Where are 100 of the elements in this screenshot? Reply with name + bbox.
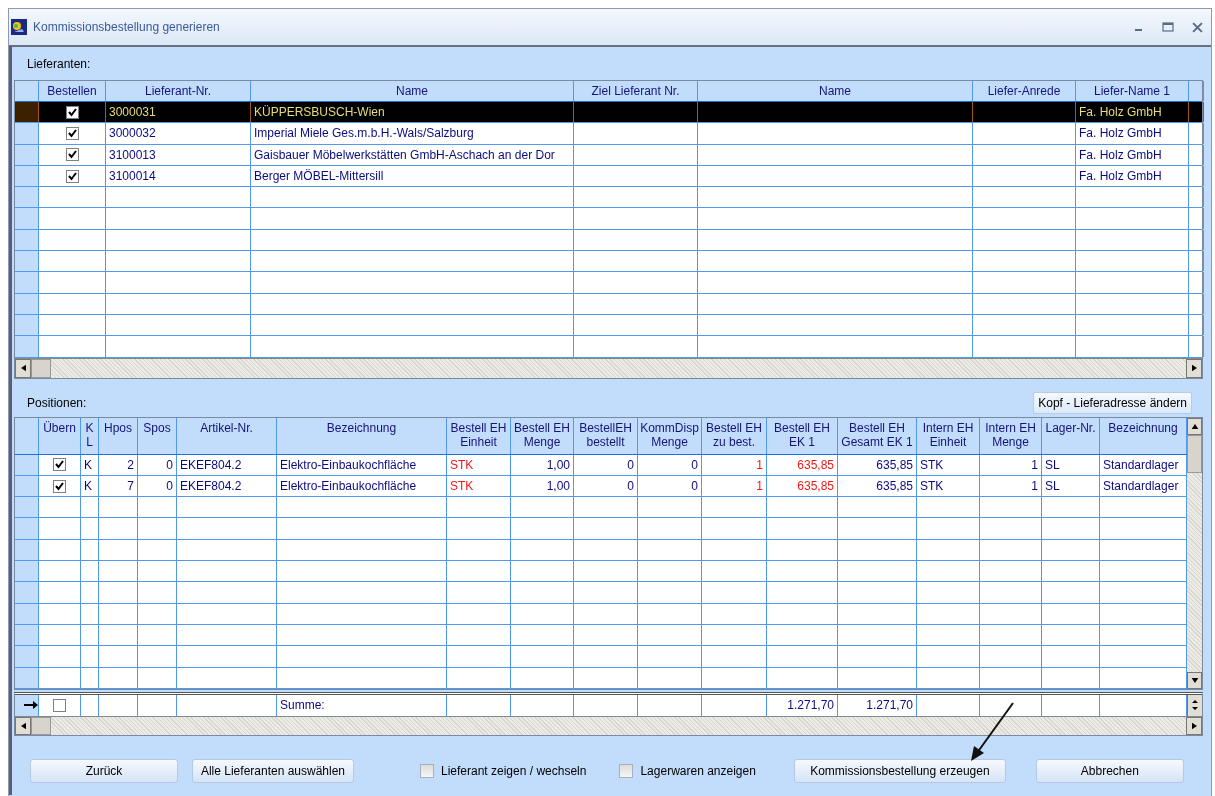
scroll-right-icon[interactable] bbox=[1186, 358, 1202, 378]
empty-row[interactable] bbox=[15, 539, 1187, 562]
empty-row[interactable] bbox=[15, 272, 1202, 294]
table-cell: EKEF804.2 bbox=[180, 457, 242, 472]
column-header[interactable]: Artikel-Nr. bbox=[177, 417, 277, 454]
scroll-left-icon[interactable] bbox=[15, 358, 31, 378]
checkbox[interactable] bbox=[65, 148, 79, 162]
checkbox[interactable] bbox=[420, 763, 434, 778]
window-title: Kommissionsbestellung generieren bbox=[33, 20, 220, 34]
table-cell: Elektro-Einbaukochfläche bbox=[280, 479, 417, 493]
column-header[interactable]: K L bbox=[81, 417, 99, 454]
table-cell: 1 bbox=[1031, 457, 1038, 472]
table-cell: 3100013 bbox=[109, 147, 156, 162]
horizontal-scrollbar[interactable] bbox=[15, 357, 1202, 378]
table-row[interactable]: 3100014 Berger MÖBEL-Mittersill Fa. Holz GmbH bbox=[15, 165, 1202, 188]
table-row[interactable]: 3000031 KÜPPERSBUSCH-Wien Fa. Holz GmbH bbox=[15, 102, 1202, 124]
table-row[interactable]: K 2 0 EKEF804.2 Elektro-Einbaukochfläche STK 1,00 0 0 1 635,85 635,85 STK 1 SL Standardlager bbox=[15, 454, 1187, 476]
scroll-thumb[interactable] bbox=[1187, 434, 1202, 473]
column-header[interactable]: BestellEH bestellt bbox=[574, 417, 638, 454]
checkbox[interactable] bbox=[65, 169, 79, 183]
empty-row[interactable] bbox=[15, 603, 1187, 625]
column-header[interactable]: Bestell EH Gesamt EK 1 bbox=[838, 417, 917, 454]
table-cell: STK bbox=[920, 457, 944, 472]
table-cell: 3000031 bbox=[109, 105, 156, 120]
checkbox-label[interactable]: Lieferant zeigen / wechseln bbox=[441, 763, 587, 778]
table-cell: K bbox=[84, 479, 92, 493]
action-button[interactable]: Alle Lieferanten auswählen bbox=[192, 758, 354, 783]
empty-row[interactable] bbox=[15, 251, 1202, 273]
scroll-thumb[interactable] bbox=[31, 358, 51, 378]
column-header[interactable]: Bestell EH EK 1 bbox=[767, 417, 838, 454]
column-header[interactable]: Intern EH Menge bbox=[980, 417, 1042, 454]
row-header bbox=[15, 251, 39, 272]
empty-row[interactable] bbox=[15, 314, 1202, 337]
table-row[interactable]: 3000032 Imperial Miele Ges.m.b.H.-Wals/Salzburg Fa. Holz GmbH bbox=[15, 123, 1202, 145]
checkbox-label[interactable]: Lagerwaren anzeigen bbox=[640, 763, 756, 778]
column-header[interactable]: Spos bbox=[138, 417, 177, 454]
table-cell: 1,00 bbox=[546, 479, 570, 493]
scroll-up-icon[interactable] bbox=[1187, 417, 1202, 435]
table-cell: 2 bbox=[127, 457, 134, 472]
row-header bbox=[15, 539, 39, 561]
empty-row[interactable] bbox=[15, 624, 1187, 647]
column-header[interactable]: Bestell EH Einheit bbox=[447, 417, 511, 454]
app-icon bbox=[11, 19, 27, 35]
table-cell: Fa. Holz GmbH bbox=[1079, 105, 1162, 120]
checkbox[interactable] bbox=[53, 479, 66, 493]
table-cell: 635,85 bbox=[876, 457, 913, 472]
empty-row[interactable] bbox=[15, 293, 1202, 315]
column-header[interactable]: Hpos bbox=[99, 417, 138, 454]
section-label: Lieferanten: bbox=[27, 56, 91, 71]
table-row[interactable]: 3100013 Gaisbauer Möbelwerkstätten GmbH-Aschach an der Dor Fa. Holz GmbH bbox=[15, 144, 1202, 166]
table-cell: 1 bbox=[756, 479, 763, 493]
section-label: Positionen: bbox=[27, 395, 87, 410]
checkbox[interactable] bbox=[619, 763, 634, 778]
table-cell: Imperial Miele Ges.m.b.H.-Wals/Salzburg bbox=[254, 126, 474, 141]
column-header[interactable]: Bestell EH Menge bbox=[511, 417, 574, 454]
row-header bbox=[15, 293, 39, 314]
table-cell: Fa. Holz GmbH bbox=[1079, 147, 1162, 162]
empty-row[interactable] bbox=[15, 561, 1187, 583]
column-header[interactable]: Übern bbox=[39, 417, 81, 454]
row-header bbox=[15, 561, 39, 582]
table-cell: 0 bbox=[691, 457, 698, 472]
column-header[interactable]: KommDisp Menge bbox=[638, 417, 702, 454]
empty-row[interactable] bbox=[15, 229, 1202, 252]
column-header[interactable]: Intern EH Einheit bbox=[917, 417, 980, 454]
checkbox[interactable] bbox=[53, 458, 66, 472]
checkbox[interactable] bbox=[65, 126, 79, 140]
table-cell: Standardlager bbox=[1103, 479, 1179, 493]
maximize-icon[interactable] bbox=[1162, 22, 1174, 32]
change-address-button[interactable]: Kopf - Lieferadresse ändern bbox=[1033, 391, 1192, 414]
vertical-scrollbar[interactable] bbox=[1187, 417, 1202, 689]
empty-row[interactable] bbox=[15, 518, 1187, 540]
column-header[interactable]: Liefer-Anrede bbox=[973, 81, 1076, 101]
column-header[interactable]: Lieferant-Nr. bbox=[106, 81, 251, 101]
checkbox[interactable] bbox=[65, 105, 79, 119]
row-header bbox=[15, 497, 39, 518]
action-button[interactable]: Kommissionsbestellung erzeugen bbox=[793, 758, 1006, 783]
close-icon[interactable] bbox=[1192, 21, 1203, 33]
table-row[interactable]: K 7 0 EKEF804.2 Elektro-Einbaukochfläche STK 1,00 0 0 1 635,85 635,85 STK 1 SL Standardlager bbox=[15, 475, 1187, 498]
table-cell: 0 bbox=[627, 479, 634, 493]
column-header[interactable]: Name bbox=[698, 81, 973, 101]
table-cell: STK bbox=[920, 479, 944, 493]
table-cell: 1.271,70 bbox=[866, 698, 913, 713]
column-header[interactable]: Name bbox=[251, 81, 574, 101]
column-header[interactable]: Liefer-Name 1 bbox=[1076, 81, 1189, 101]
column-header[interactable]: Bestell EH zu best. bbox=[702, 417, 767, 454]
table-cell: 0 bbox=[166, 479, 173, 493]
column-header[interactable]: Ziel Lieferant Nr. bbox=[574, 81, 698, 101]
column-header[interactable]: Bezeichnung bbox=[277, 417, 447, 454]
action-button[interactable]: Abbrechen bbox=[1035, 758, 1184, 783]
row-header bbox=[15, 624, 39, 646]
row-header bbox=[15, 165, 39, 187]
row-header bbox=[15, 272, 39, 293]
empty-row[interactable] bbox=[15, 208, 1202, 230]
checkbox[interactable] bbox=[53, 698, 66, 712]
column-header[interactable]: Bestellen bbox=[39, 81, 106, 101]
column-header[interactable]: Lager-Nr. bbox=[1042, 417, 1100, 454]
empty-row[interactable] bbox=[15, 582, 1187, 604]
action-button[interactable]: Zurück bbox=[30, 758, 178, 783]
row-header bbox=[15, 314, 39, 336]
spin-button[interactable] bbox=[1187, 694, 1202, 716]
